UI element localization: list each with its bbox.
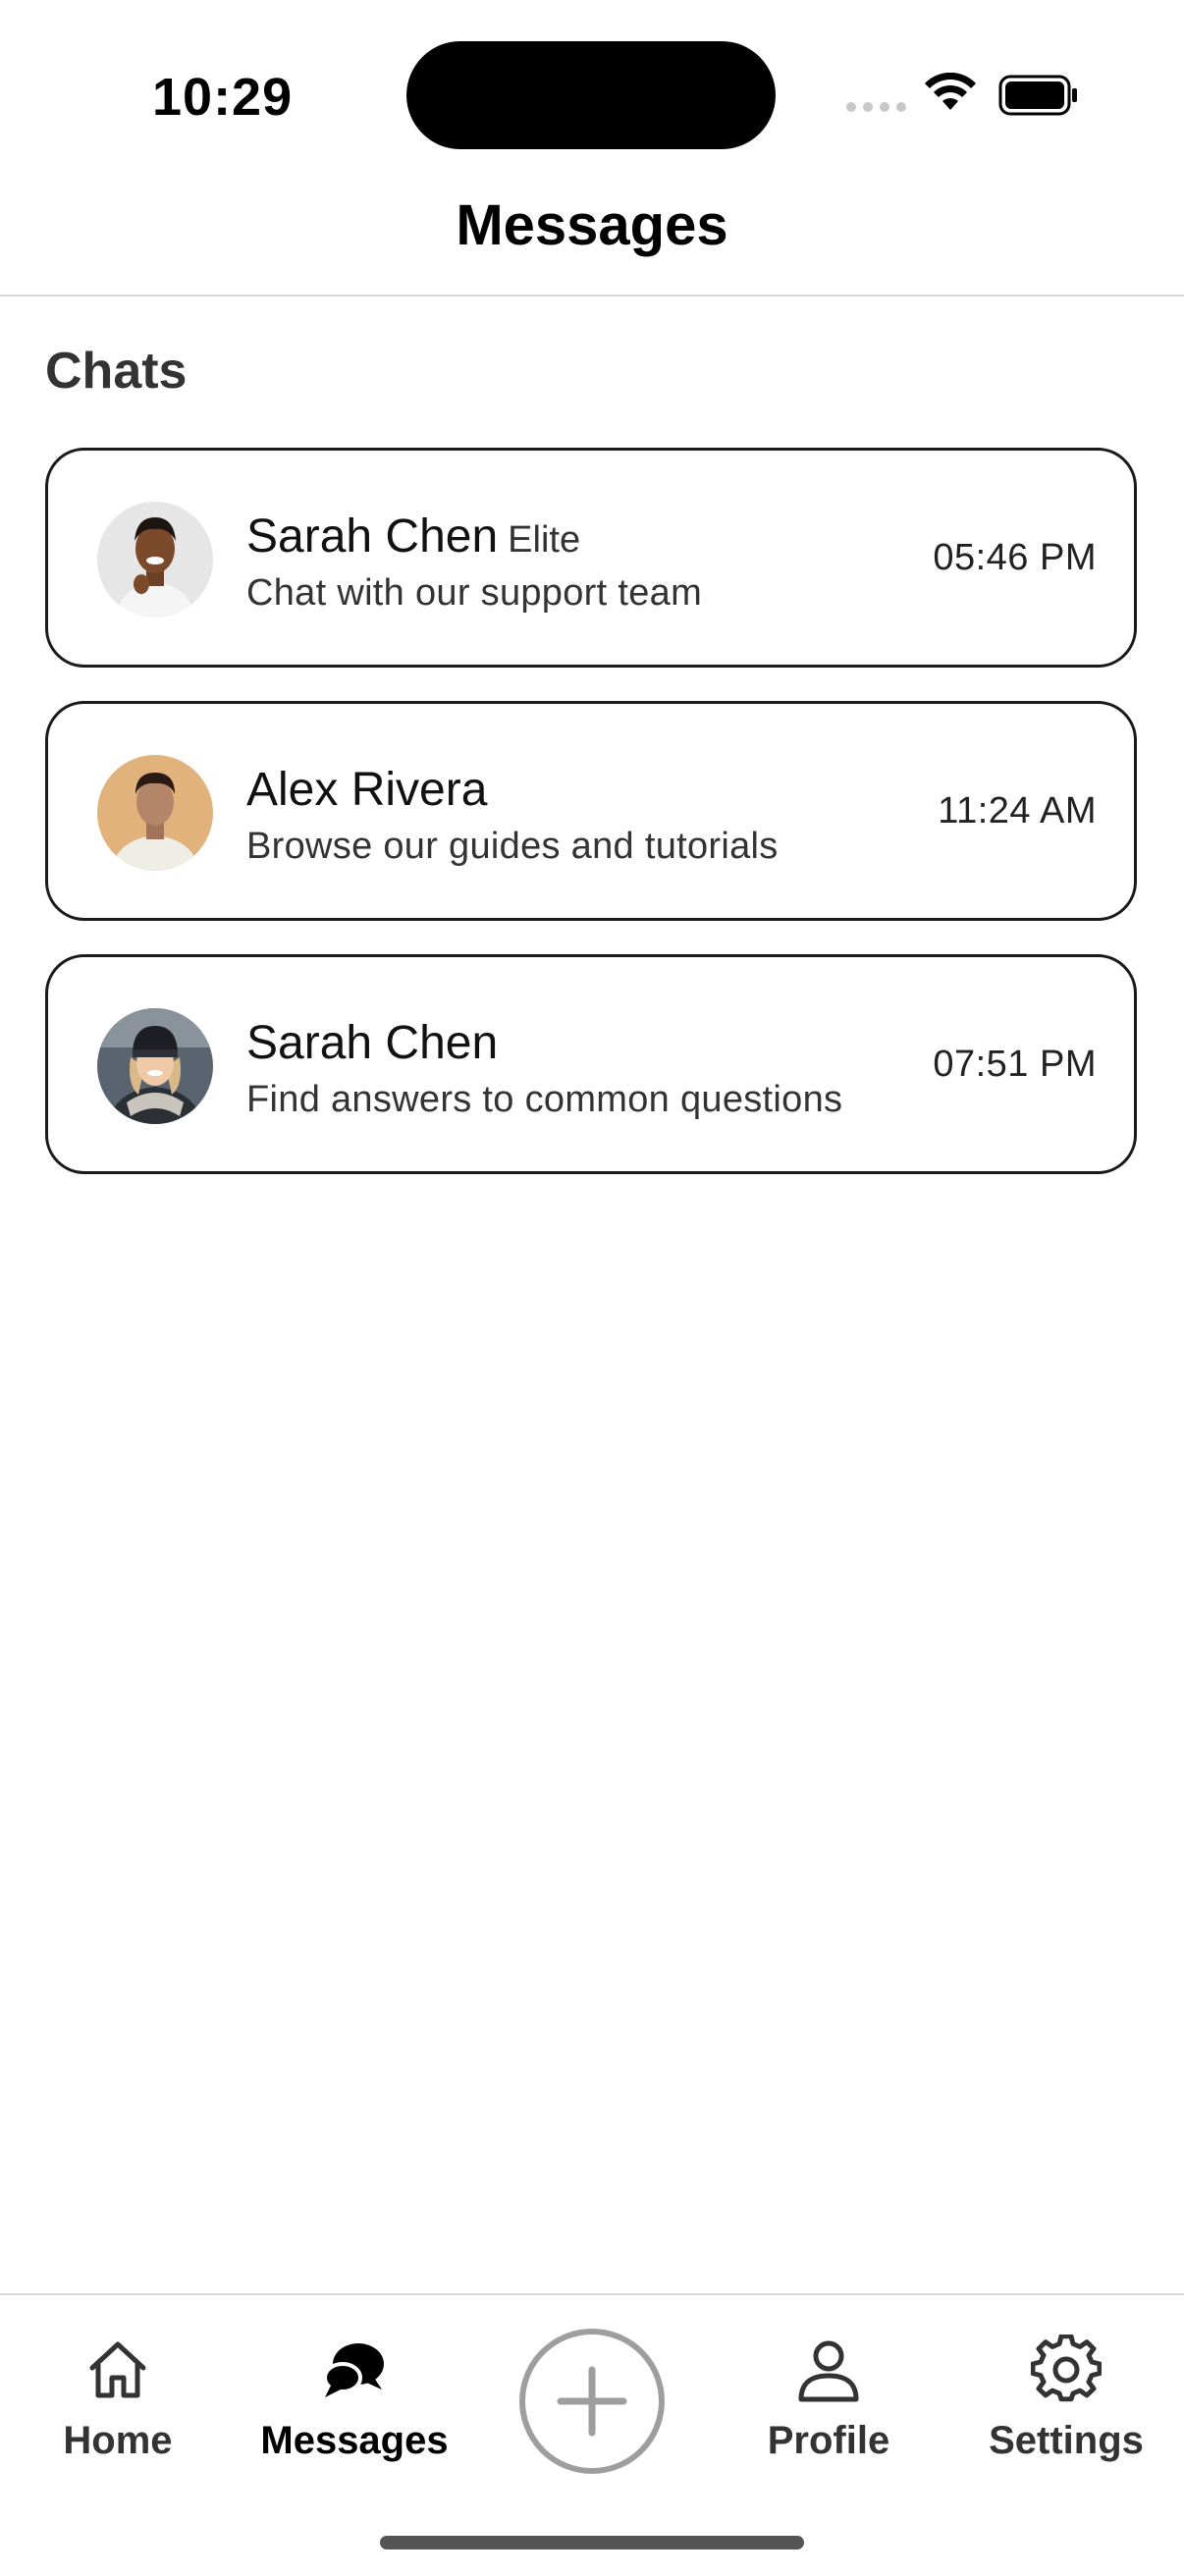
header-divider (0, 295, 1184, 296)
chat-bubbles-icon (323, 2343, 384, 2397)
contact-name: Sarah Chen (246, 1017, 499, 1069)
tab-settings-label: Settings (989, 2419, 1144, 2462)
tab-profile[interactable]: Profile (711, 2334, 946, 2482)
message-preview: Find answers to common questions (246, 1079, 843, 1120)
page-title: Messages (456, 193, 728, 257)
message-time: 05:46 PM (933, 537, 1097, 578)
status-time: 10:29 (152, 68, 294, 127)
chat-name-line: Alex Rivera (246, 763, 487, 817)
message-time: 11:24 AM (938, 790, 1097, 832)
chat-name-line: Sarah Chen (246, 1016, 498, 1070)
tab-home-label: Home (63, 2419, 173, 2462)
section-title-chats: Chats (45, 343, 188, 400)
avatar (97, 1008, 213, 1124)
chat-item[interactable]: Sarah Chen Find answers to common questi… (45, 954, 1137, 1174)
membership-badge: Elite (508, 519, 581, 561)
tab-bar: Home Messages Profile Settings (0, 2293, 1184, 2576)
house-icon (89, 2341, 146, 2398)
contact-name: Sarah Chen (246, 510, 499, 563)
home-indicator[interactable] (380, 2536, 804, 2549)
message-preview: Browse our guides and tutorials (246, 826, 779, 867)
chat-name-line: Sarah Chen Elite (246, 510, 580, 564)
chat-item[interactable]: Sarah Chen Elite Chat with our support te… (45, 448, 1137, 668)
tab-messages[interactable]: Messages (237, 2334, 472, 2482)
status-bar: 10:29 (0, 0, 1184, 177)
plus-circle-icon (557, 2366, 627, 2437)
cellular-signal-icon (846, 102, 906, 112)
battery-icon (998, 75, 1077, 116)
tab-profile-label: Profile (767, 2419, 890, 2462)
dynamic-island (406, 41, 776, 149)
wifi-icon (925, 73, 976, 110)
message-preview: Chat with our support team (246, 572, 703, 614)
tab-settings[interactable]: Settings (948, 2334, 1184, 2482)
avatar (97, 755, 213, 871)
tab-messages-label: Messages (260, 2419, 449, 2462)
add-button[interactable] (519, 2329, 665, 2474)
chat-item[interactable]: Alex Rivera Browse our guides and tutori… (45, 701, 1137, 921)
contact-name: Alex Rivera (246, 764, 488, 816)
gear-icon (1031, 2334, 1102, 2402)
tab-home[interactable]: Home (0, 2334, 236, 2482)
avatar (97, 502, 213, 617)
message-time: 07:51 PM (933, 1044, 1097, 1085)
person-icon (798, 2340, 859, 2402)
